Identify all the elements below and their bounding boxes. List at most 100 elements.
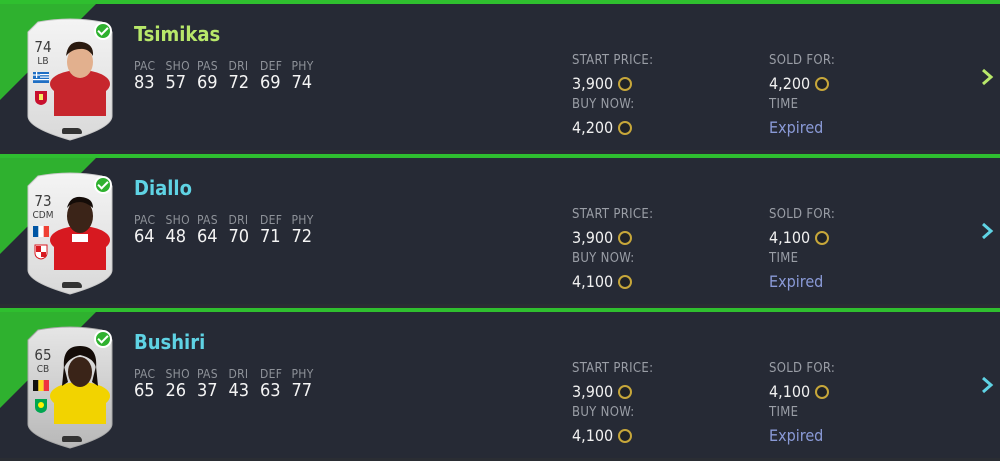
- france-flag-icon: [33, 226, 49, 237]
- stat-value: 65: [134, 380, 155, 401]
- coin-icon: [815, 231, 830, 245]
- club-crest-icon: [34, 244, 48, 260]
- stat-label: DRI: [228, 59, 249, 73]
- time-value: Expired: [769, 272, 824, 291]
- greece-flag-icon: [33, 72, 49, 83]
- player-position: CB: [36, 364, 50, 375]
- time-label: TIME: [769, 405, 799, 420]
- sold-for-amount: 4,100: [769, 228, 811, 247]
- stat-label: PHY: [291, 367, 314, 381]
- player-card[interactable]: 65 CB: [24, 324, 116, 449]
- start-price-amount: 3,900: [572, 382, 614, 401]
- coin-icon: [618, 231, 633, 245]
- stat-label: SHO: [165, 367, 190, 381]
- buy-now-amount: 4,200: [572, 118, 614, 137]
- boot-icon: [62, 282, 82, 288]
- stat-label: PHY: [291, 213, 314, 227]
- coin-icon: [618, 429, 633, 443]
- stat-label: DRI: [228, 213, 249, 227]
- start-price-amount: 3,900: [572, 228, 614, 247]
- belgium-flag-icon: [33, 380, 49, 391]
- stats-block: PAC 64 SHO 48 PAS 64 DRI 70 DEF 71 PHY 72: [134, 213, 323, 247]
- boot-icon: [62, 128, 82, 134]
- stat-value: 57: [165, 72, 187, 93]
- player-name[interactable]: Diallo: [134, 176, 192, 200]
- coin-icon: [618, 77, 633, 91]
- chevron-right-icon[interactable]: [976, 374, 998, 396]
- start-price-label: START PRICE:: [572, 53, 654, 68]
- coin-icon: [618, 275, 633, 289]
- time-value: Expired: [769, 426, 824, 445]
- stat-value: 63: [260, 380, 281, 401]
- stat-value: 70: [228, 226, 250, 247]
- sold-for-label: SOLD FOR:: [769, 361, 836, 376]
- stat-label: PAS: [197, 59, 218, 73]
- sold-for-value: 4,200: [769, 74, 830, 93]
- time-label: TIME: [769, 97, 799, 112]
- stat-label: PAC: [134, 213, 156, 227]
- sold-for-value: 4,100: [769, 228, 830, 247]
- buy-now-label: BUY NOW:: [572, 251, 635, 266]
- stat-label: DEF: [260, 367, 283, 381]
- stat-label: DEF: [260, 213, 283, 227]
- stat-value: 83: [134, 72, 155, 93]
- stat-value: 37: [197, 380, 218, 401]
- player-rating: 73: [34, 192, 52, 210]
- stat-value: 43: [228, 380, 250, 401]
- sold-for-value: 4,100: [769, 382, 830, 401]
- player-position: CDM: [32, 210, 54, 221]
- list-item[interactable]: 73 CDM Diallo PAC 64 SHO 48 PAS 64 DRI 70 DEF 71 P…: [0, 154, 1000, 304]
- transfer-list: 74 LB Tsimikas PAC 83 SHO 57 PAS 69 DRI 72 DEF 69…: [0, 0, 1000, 461]
- player-rating: 65: [34, 346, 52, 364]
- stat-value: 64: [134, 226, 155, 247]
- buy-now-value: 4,200: [572, 118, 633, 137]
- buy-now-amount: 4,100: [572, 272, 614, 291]
- list-item[interactable]: 74 LB Tsimikas PAC 83 SHO 57 PAS 69 DRI 72 DEF 69…: [0, 0, 1000, 150]
- list-item[interactable]: 65 CB Bushiri PAC 65 SHO 26 PAS 37 DRI 43 DEF 63 P…: [0, 308, 1000, 458]
- stat-label: DEF: [260, 59, 283, 73]
- start-price-amount: 3,900: [572, 74, 614, 93]
- buy-now-label: BUY NOW:: [572, 405, 635, 420]
- stat-label: SHO: [165, 59, 190, 73]
- stat-value: 48: [165, 226, 187, 247]
- boot-icon: [62, 436, 82, 442]
- stat-label: PAC: [134, 367, 156, 381]
- stat-value: 71: [260, 226, 281, 247]
- coin-icon: [618, 385, 633, 399]
- time-value: Expired: [769, 118, 824, 137]
- player-name[interactable]: Bushiri: [134, 330, 205, 354]
- time-label: TIME: [769, 251, 799, 266]
- stat-value: 77: [291, 380, 313, 401]
- sold-for-label: SOLD FOR:: [769, 53, 836, 68]
- player-name[interactable]: Tsimikas: [134, 22, 220, 46]
- chevron-right-icon[interactable]: [976, 220, 998, 242]
- stat-value: 72: [291, 226, 313, 247]
- player-card[interactable]: 73 CDM: [24, 170, 116, 295]
- stat-label: DRI: [228, 367, 249, 381]
- buy-now-value: 4,100: [572, 272, 633, 291]
- stats-block: PAC 83 SHO 57 PAS 69 DRI 72 DEF 69 PHY 74: [134, 59, 323, 93]
- start-price-value: 3,900: [572, 74, 633, 93]
- player-card[interactable]: 74 LB: [24, 16, 116, 141]
- sold-for-label: SOLD FOR:: [769, 207, 836, 222]
- coin-icon: [618, 121, 633, 135]
- buy-now-value: 4,100: [572, 426, 633, 445]
- stat-value: 74: [291, 72, 313, 93]
- club-crest-icon: [35, 399, 47, 413]
- start-price-label: START PRICE:: [572, 207, 654, 222]
- stat-label: PAS: [197, 213, 218, 227]
- stats-block: PAC 65 SHO 26 PAS 37 DRI 43 DEF 63 PHY 77: [134, 367, 323, 401]
- checkmark-icon: [94, 22, 112, 40]
- buy-now-amount: 4,100: [572, 426, 614, 445]
- stat-value: 26: [165, 380, 187, 401]
- club-crest-icon: [35, 91, 47, 105]
- coin-icon: [815, 385, 830, 399]
- stat-value: 69: [197, 72, 218, 93]
- chevron-right-icon[interactable]: [976, 66, 998, 88]
- checkmark-icon: [94, 176, 112, 194]
- sold-for-amount: 4,200: [769, 74, 811, 93]
- stat-value: 64: [197, 226, 218, 247]
- buy-now-label: BUY NOW:: [572, 97, 635, 112]
- stat-label: PAC: [134, 59, 156, 73]
- stat-label: PAS: [197, 367, 218, 381]
